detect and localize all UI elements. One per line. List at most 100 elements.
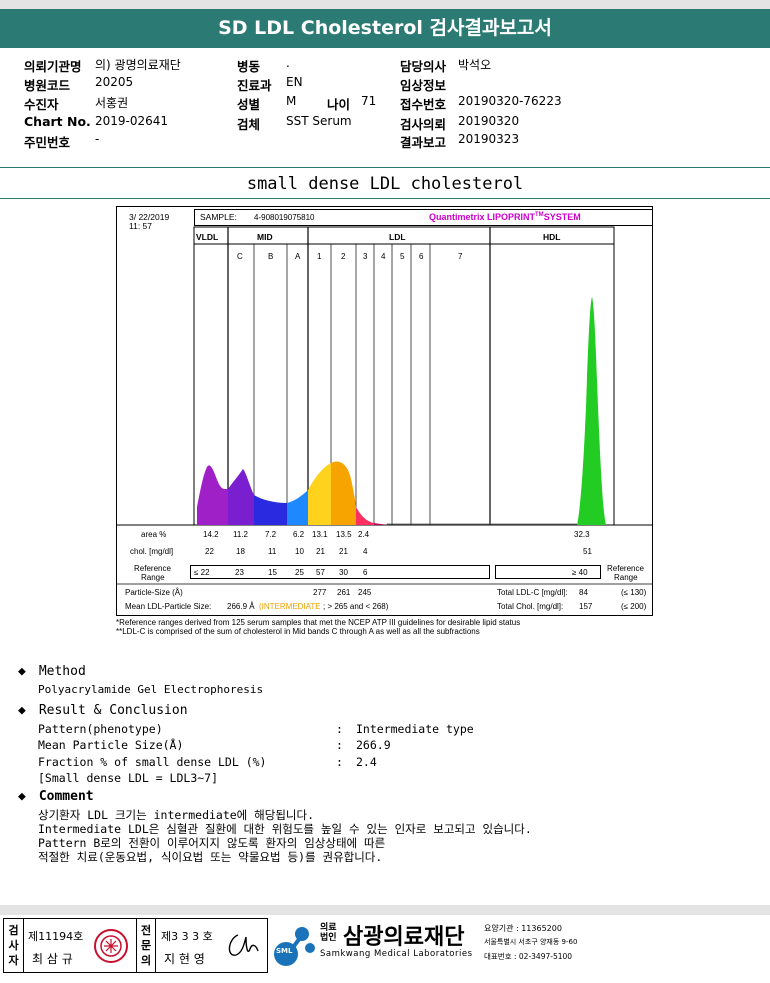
electrophoresis-chart — [117, 226, 652, 585]
total-chol-label: Total Chol. [mg/dl]: — [497, 602, 564, 611]
hospital-code-label: 병원코드 — [24, 78, 71, 93]
bottom-gray-bar — [0, 905, 770, 915]
result-sep: : — [336, 755, 343, 769]
band-5-label: 5 — [400, 252, 405, 261]
area-value: 6.2 — [293, 530, 305, 539]
ref-value: 30 — [339, 568, 348, 577]
specialist-header: 전 문 의 — [136, 919, 156, 972]
total-ldl-value: 84 — [579, 588, 588, 597]
chart-frame — [193, 226, 615, 526]
institution-label: 의뢰기관명 — [24, 59, 82, 74]
band-1-label: 1 — [317, 252, 322, 261]
doctor-value: 박석오 — [458, 58, 492, 72]
report-notes: *Reference ranges derived from 125 serum… — [116, 618, 520, 636]
chol-label: chol. [mg/dl] — [130, 547, 174, 556]
rrn-label: 주민번호 — [24, 135, 71, 150]
particle-size-value: 277 — [313, 588, 327, 597]
result-label: Pattern(phenotype) — [38, 722, 163, 736]
diamond-icon: ◆ — [18, 664, 26, 679]
result-value: 2.4 — [356, 755, 377, 769]
chart-label: Chart No. — [24, 114, 91, 129]
specialist-name: 지 현 영 — [164, 952, 205, 966]
hospital-code-value: 20205 — [95, 75, 134, 89]
care-no: 요양기관 : 11365200 — [484, 924, 562, 933]
patient-name: 서홍권 — [95, 96, 129, 110]
specialist-license: 제3 3 3 호 — [161, 930, 213, 943]
mean-size-label: Mean LDL-Particle Size: — [125, 602, 212, 611]
chol-value: 4 — [363, 547, 368, 556]
org-name: 삼광의료재단 — [343, 925, 465, 950]
phone: 대표번호 : 02-3497-5100 — [484, 952, 573, 961]
receipt-no: 20190320-76223 — [458, 94, 562, 108]
band-4-label: 4 — [381, 252, 386, 261]
receipt-label: 접수번호 — [400, 97, 447, 112]
chol-value: 18 — [236, 547, 245, 556]
chol-value: 10 — [295, 547, 304, 556]
result-value: 266.9 — [356, 738, 391, 752]
report-date: 20190323 — [458, 132, 520, 146]
lipoprint-report: 3/ 22/2019 11: 57 SAMPLE: 4-908019075810… — [116, 206, 653, 616]
report-label: 결과보고 — [400, 135, 447, 150]
rrn-value: - — [95, 132, 100, 146]
mid-c-peak — [228, 469, 254, 525]
result-sep: : — [336, 722, 343, 736]
group-hdl: HDL — [543, 232, 561, 242]
band-7-label: 7 — [458, 252, 463, 261]
org-name-en: Samkwang Medical Laboratories — [320, 949, 473, 959]
ldl1-peak — [308, 463, 331, 525]
area-hdl-value: 32.3 — [574, 530, 590, 539]
comment-line: 적절한 치료(운동요법, 식이요법 또는 약물요법 등)를 권유합니다. — [38, 850, 383, 864]
area-value: 7.2 — [265, 530, 277, 539]
hdl-peak — [577, 297, 606, 525]
result-sep: : — [336, 738, 343, 752]
ref-value: 25 — [295, 568, 304, 577]
mean-size-value: 266.9 Å — [227, 602, 255, 611]
inspector-license: 제11194호 — [28, 930, 84, 943]
group-mid: MID — [257, 232, 273, 242]
dept-label: 진료과 — [237, 78, 272, 93]
ref-label: Reference — [134, 564, 171, 573]
chol-hdl-value: 51 — [583, 547, 592, 556]
band-3-label: 3 — [363, 252, 368, 261]
institution-value: 의) 광명의료재단 — [95, 58, 181, 72]
mean-size-class: (INTERMEDIATE — [259, 602, 321, 611]
note-line: *Reference ranges derived from 125 serum… — [116, 618, 521, 627]
chart-no: 2019-02641 — [95, 114, 169, 128]
band-a-label: A — [295, 252, 301, 261]
total-ldl-label: Total LDL-C [mg/dl]: — [497, 588, 568, 597]
band-2-label: 2 — [341, 252, 346, 261]
mean-size-range: ; > 265 and < 268) — [323, 602, 389, 611]
particle-size-value: 245 — [358, 588, 372, 597]
total-chol-ref: (≤ 200) — [621, 602, 647, 611]
ldl2-peak — [331, 461, 356, 525]
request-date: 20190320 — [458, 114, 520, 128]
report-title: SD LDL Cholesterol 검사결과보고서 — [0, 9, 770, 48]
top-gray-bar — [0, 0, 770, 9]
particle-size-label: Particle-Size (Å) — [125, 588, 183, 597]
ward-value: . — [286, 56, 290, 70]
divider — [0, 167, 770, 168]
diamond-icon: ◆ — [18, 789, 26, 804]
area-value: 13.5 — [336, 530, 352, 539]
group-vldl: VLDL — [196, 232, 219, 242]
result-note: [Small dense LDL = LDL3~7] — [38, 771, 219, 785]
band-c-label: C — [237, 252, 243, 261]
particle-size-value: 261 — [337, 588, 351, 597]
area-label: area % — [141, 530, 167, 539]
total-ldl-ref: (≤ 130) — [621, 588, 647, 597]
result-label: Fraction % of small dense LDL (%) — [38, 755, 267, 769]
address: 서울특별시 서초구 양재동 9-60 — [484, 938, 578, 946]
chol-value: 11 — [268, 547, 277, 556]
ref-label: Range — [614, 573, 638, 582]
divider — [0, 198, 770, 199]
result-heading: ◆ Result & Conclusion — [18, 703, 188, 718]
seal-icon — [94, 929, 128, 963]
section-title: small dense LDL cholesterol — [246, 174, 524, 194]
area-value: 14.2 — [203, 530, 219, 539]
area-value: 11.2 — [233, 530, 248, 539]
group-ldl: LDL — [389, 232, 406, 242]
inspector-name: 최 삼 규 — [32, 952, 73, 966]
vldl-peak — [197, 465, 228, 525]
footer: 검 사 자 제11194호 최 삼 규 전 문 의 제3 3 3 호 지 현 영… — [0, 915, 770, 983]
doctor-label: 담당의사 — [400, 59, 447, 74]
